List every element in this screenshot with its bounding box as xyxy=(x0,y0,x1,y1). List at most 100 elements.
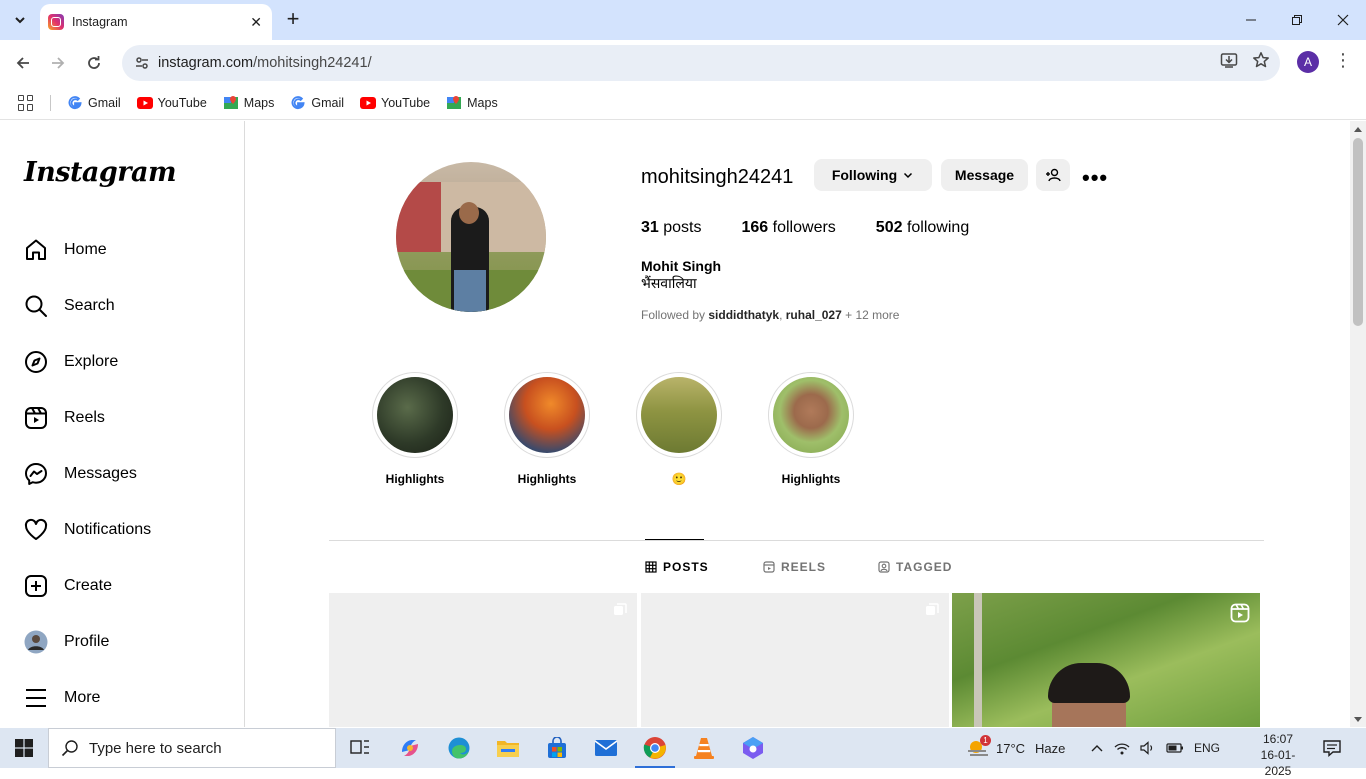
bookmark-youtube[interactable]: YouTube xyxy=(360,95,430,111)
battery-icon[interactable] xyxy=(1166,742,1184,754)
following-count: 502 xyxy=(875,219,903,236)
address-bar[interactable]: instagram.com/mohitsingh24241/ xyxy=(122,45,1280,81)
taskbar-search-box[interactable]: Type here to search xyxy=(48,728,336,768)
chrome-app[interactable] xyxy=(631,728,679,768)
language-indicator[interactable]: ENG xyxy=(1194,741,1220,755)
bookmark-gmail[interactable]: Gmail xyxy=(290,95,344,111)
sidebar-item-profile[interactable]: Profile xyxy=(24,628,109,656)
bookmark-maps[interactable]: Maps xyxy=(223,95,274,111)
browser-tab[interactable]: Instagram ✕ xyxy=(40,4,272,40)
scroll-thumb[interactable] xyxy=(1353,138,1363,326)
google-icon xyxy=(67,95,83,111)
followers-stat[interactable]: 166 followers xyxy=(742,219,836,237)
highlight-item[interactable]: Highlights xyxy=(502,372,592,486)
network-icon[interactable] xyxy=(1114,741,1130,755)
highlight-label: Highlights xyxy=(781,472,841,486)
highlight-item[interactable]: Highlights xyxy=(766,372,856,486)
chrome-profile-avatar[interactable]: A xyxy=(1297,51,1319,73)
highlight-item[interactable]: Highlights xyxy=(370,372,460,486)
highlight-ring xyxy=(504,372,590,458)
post-thumbnail[interactable] xyxy=(329,593,637,727)
start-button[interactable] xyxy=(0,728,48,768)
youtube-icon xyxy=(136,95,153,111)
url-host: instagram.com xyxy=(158,55,254,71)
post-thumbnail[interactable] xyxy=(641,593,949,727)
page-scrollbar[interactable] xyxy=(1350,121,1366,727)
browser-toolbar: instagram.com/mohitsingh24241/ A ⋮ xyxy=(0,40,1366,86)
following-stat[interactable]: 502 following xyxy=(876,219,969,237)
chevron-up-icon[interactable] xyxy=(1090,743,1104,753)
new-tab-button[interactable]: + xyxy=(282,8,304,32)
tab-posts[interactable]: POSTS xyxy=(645,560,709,574)
highlight-ring xyxy=(636,372,722,458)
install-app-icon[interactable] xyxy=(1220,51,1238,69)
more-options-icon[interactable]: ••• xyxy=(1082,165,1108,191)
maps-icon xyxy=(223,95,239,111)
pp-head xyxy=(459,202,479,224)
reload-button[interactable] xyxy=(79,48,109,78)
tab-tagged[interactable]: TAGGED xyxy=(878,560,952,574)
instagram-logo[interactable]: Instagram xyxy=(24,157,177,188)
taskbar-clock[interactable]: 16:07 16-01-2025 xyxy=(1250,731,1306,779)
chrome-menu-icon[interactable]: ⋮ xyxy=(1334,50,1352,71)
bookmark-label: YouTube xyxy=(157,95,207,110)
restore-button[interactable] xyxy=(1274,0,1320,40)
close-tab-icon[interactable]: ✕ xyxy=(250,14,262,31)
volume-icon[interactable] xyxy=(1140,741,1156,755)
forward-button[interactable] xyxy=(43,48,73,78)
edge-app[interactable] xyxy=(435,728,483,768)
mail-app[interactable] xyxy=(582,728,630,768)
following-button[interactable]: Following xyxy=(814,159,932,191)
scroll-up-arrow-icon[interactable] xyxy=(1354,127,1362,132)
arrow-left-icon xyxy=(16,57,29,69)
bookmarks-bar: Gmail YouTube Maps Gmail YouTube Maps xyxy=(0,86,1366,120)
reels-icon xyxy=(763,561,775,573)
app-icon[interactable] xyxy=(729,728,777,768)
following-count-label: following xyxy=(906,219,970,236)
weather-widget[interactable]: 1 17°C Haze xyxy=(966,728,1065,768)
file-explorer-app[interactable] xyxy=(484,728,532,768)
sidebar-item-create[interactable]: Create xyxy=(24,572,112,600)
sidebar-item-home[interactable]: Home xyxy=(24,236,107,264)
notification-center-icon[interactable] xyxy=(1322,738,1342,758)
followed-by-prefix: Followed by xyxy=(641,308,709,322)
sidebar-item-notifications[interactable]: Notifications xyxy=(24,516,151,544)
bookmark-maps[interactable]: Maps xyxy=(446,95,498,111)
post-thumbnail[interactable] xyxy=(952,593,1260,727)
task-view-button[interactable] xyxy=(336,728,384,768)
heart-icon xyxy=(24,518,48,542)
tabs-divider xyxy=(329,540,1264,541)
followers-label: followers xyxy=(772,219,836,236)
site-info-icon[interactable] xyxy=(130,51,154,75)
sidebar-item-search[interactable]: Search xyxy=(24,292,115,320)
youtube-icon xyxy=(360,95,377,111)
close-window-button[interactable] xyxy=(1320,0,1366,40)
tab-reels[interactable]: REELS xyxy=(763,560,826,574)
bookmark-gmail[interactable]: Gmail xyxy=(67,95,121,111)
tab-search-button[interactable] xyxy=(6,6,34,34)
suggested-users-button[interactable] xyxy=(1036,159,1070,191)
profile-picture[interactable] xyxy=(396,162,546,312)
sidebar-item-more[interactable]: More xyxy=(24,684,100,712)
weather-haze-icon: 1 xyxy=(966,735,991,759)
apps-grid-icon[interactable] xyxy=(18,94,34,111)
vlc-app[interactable] xyxy=(680,728,728,768)
followed-by-text[interactable]: Followed by siddidthatyk, ruhal_027 + 12… xyxy=(641,308,899,322)
copilot-app[interactable] xyxy=(386,728,434,768)
message-button[interactable]: Message xyxy=(941,159,1028,191)
star-icon[interactable] xyxy=(1252,51,1270,69)
store-app[interactable] xyxy=(533,728,581,768)
sidebar-item-reels[interactable]: Reels xyxy=(24,404,105,432)
active-tab-indicator xyxy=(645,539,704,540)
scroll-down-arrow-icon[interactable] xyxy=(1354,717,1362,722)
windows-taskbar: Type here to search 1 17°C Haze ENG 16:0… xyxy=(0,728,1366,778)
back-button[interactable] xyxy=(8,48,38,78)
url-text: instagram.com/mohitsingh24241/ xyxy=(158,55,372,71)
highlight-item[interactable]: 🙂 xyxy=(634,372,724,486)
sidebar-item-explore[interactable]: Explore xyxy=(24,348,118,376)
sidebar-item-messages[interactable]: Messages xyxy=(24,460,137,488)
close-icon xyxy=(1337,14,1349,26)
sidebar-item-label: Explore xyxy=(64,353,119,370)
minimize-button[interactable] xyxy=(1228,0,1274,40)
bookmark-youtube[interactable]: YouTube xyxy=(136,95,207,111)
